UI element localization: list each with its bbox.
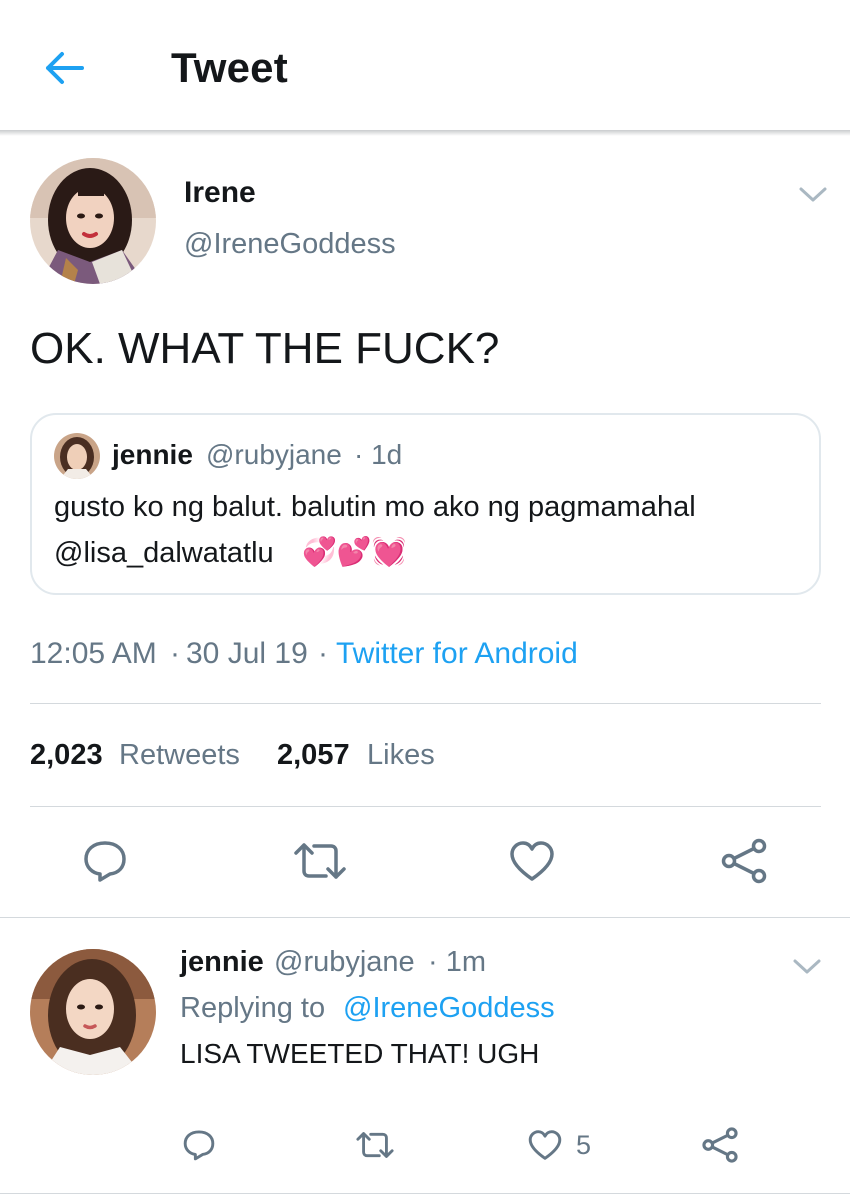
replying-to-link[interactable]: @IreneGoddess xyxy=(343,992,555,1025)
divider xyxy=(0,917,850,918)
chevron-down-icon[interactable] xyxy=(792,958,822,976)
replying-to-label: Replying to xyxy=(180,992,326,1024)
quoted-text-line-2: @lisa_dalwatatlu xyxy=(54,537,274,569)
retweet-icon xyxy=(294,843,346,879)
reply-author-name[interactable]: jennie xyxy=(180,946,264,979)
arrow-left-icon xyxy=(46,52,84,84)
heart-icon xyxy=(528,1130,562,1160)
retweet-icon xyxy=(356,1132,394,1158)
header-divider xyxy=(0,130,850,136)
reply-like-count[interactable]: 5 xyxy=(576,1130,591,1161)
top-app-bar: Tweet xyxy=(0,0,850,132)
page-title: Tweet xyxy=(171,44,288,91)
reply-text: LISA TWEETED THAT! UGH xyxy=(180,1038,540,1069)
reply-icon xyxy=(84,841,126,882)
quoted-text-line-1: gusto ko ng balut. balutin mo ako ng pag… xyxy=(54,491,696,523)
reply-icon xyxy=(183,1130,215,1161)
quoted-timestamp: · 1d xyxy=(354,439,403,470)
divider xyxy=(0,1193,850,1194)
separator-dot: · xyxy=(170,637,180,670)
quoted-tweet-card[interactable]: jennie @rubyjane · 1d gusto ko ng balut.… xyxy=(30,413,821,595)
reply-button[interactable] xyxy=(180,1126,218,1164)
share-icon xyxy=(702,1127,738,1163)
reply-timestamp: · 1m xyxy=(428,946,486,978)
like-count[interactable]: 2,057 xyxy=(277,739,350,772)
separator-dot: · xyxy=(318,637,328,670)
divider xyxy=(30,806,821,807)
share-button[interactable] xyxy=(718,836,770,886)
divider xyxy=(30,703,821,704)
tweet-date: 30 Jul 19 xyxy=(186,637,308,670)
chevron-down-icon[interactable] xyxy=(798,186,828,204)
tweet-source-link[interactable]: Twitter for Android xyxy=(336,637,578,671)
author-name[interactable]: Irene xyxy=(184,176,256,210)
quoted-author-name: jennie xyxy=(112,439,193,470)
retweet-button[interactable] xyxy=(354,1126,396,1164)
reply-author-handle[interactable]: @rubyjane xyxy=(274,946,415,979)
retweet-count[interactable]: 2,023 xyxy=(30,739,103,772)
tweet-time: 12:05 AM xyxy=(30,637,157,670)
like-button[interactable] xyxy=(526,1126,564,1164)
emoji-hearts: 💞💕💓 xyxy=(302,536,407,567)
reply-button[interactable] xyxy=(80,838,130,884)
avatar[interactable] xyxy=(30,949,156,1075)
avatar xyxy=(54,433,100,479)
retweet-button[interactable] xyxy=(292,838,348,884)
like-label[interactable]: Likes xyxy=(367,739,435,772)
author-handle[interactable]: @IreneGoddess xyxy=(184,228,396,261)
avatar[interactable] xyxy=(30,158,156,284)
retweet-label[interactable]: Retweets xyxy=(119,739,240,772)
quoted-author-handle: @rubyjane xyxy=(206,439,342,470)
heart-icon xyxy=(510,841,554,881)
back-button[interactable] xyxy=(38,44,90,92)
share-icon xyxy=(721,838,767,884)
like-button[interactable] xyxy=(508,838,556,884)
share-button[interactable] xyxy=(700,1124,740,1166)
tweet-text: OK. WHAT THE FUCK? xyxy=(30,324,500,373)
